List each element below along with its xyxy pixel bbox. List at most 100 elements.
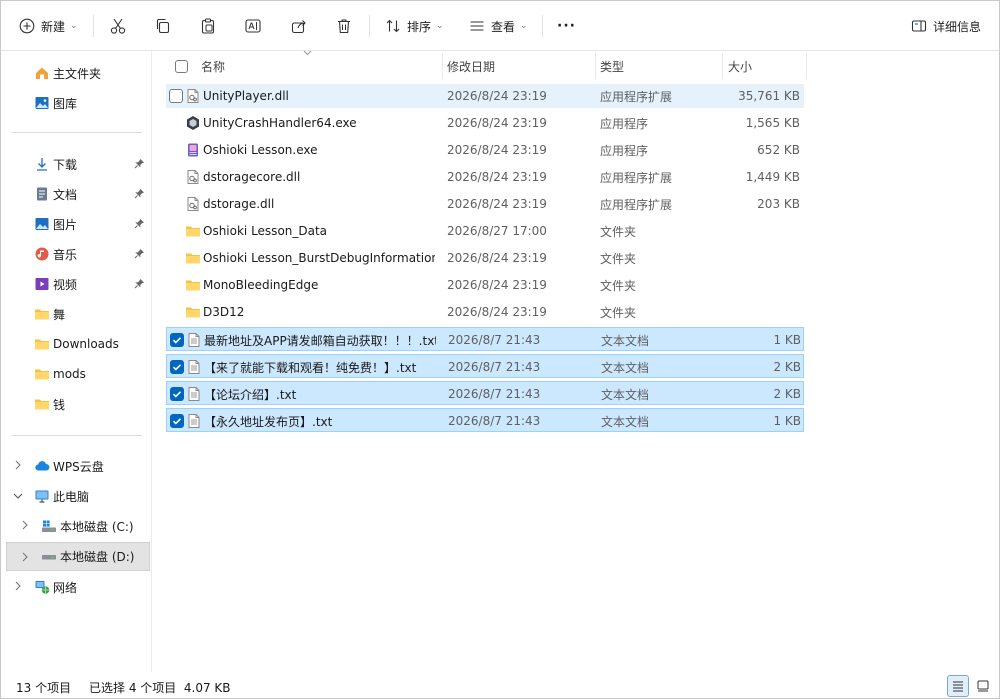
file-row[interactable]: UnityPlayer.dll 2026/8/24 23:19 应用程序扩展 35,7… xyxy=(166,84,804,108)
details-view-button[interactable] xyxy=(947,675,969,697)
cut-button[interactable] xyxy=(109,11,127,41)
file-date: 2026/8/7 21:43 xyxy=(448,387,541,401)
sort-button[interactable]: 排序 ⌄ xyxy=(385,11,444,41)
nav-item-wps-cloud[interactable]: WPS云盘 xyxy=(1,453,151,479)
chevron-down-icon: ⌄ xyxy=(520,21,528,31)
scissors-icon xyxy=(110,18,126,34)
column-header-date[interactable]: 修改日期 xyxy=(447,51,591,81)
file-row[interactable]: 【永久地址发布页】.txt 2026/8/7 21:43 文本文档 1 KB xyxy=(166,408,804,432)
file-size: 1,449 KB xyxy=(745,170,800,184)
tiles-view-button[interactable] xyxy=(972,675,994,697)
view-button[interactable]: 查看 ⌄ xyxy=(469,11,528,41)
file-row[interactable]: 【来了就能下载和观看！纯免费！】.txt 2026/8/7 21:43 文本文档 2 … xyxy=(166,354,804,378)
folder-icon xyxy=(35,339,49,350)
details-pane-button[interactable]: 详细信息 xyxy=(911,11,981,41)
pin-icon[interactable] xyxy=(134,158,145,169)
nav-item-money[interactable]: 钱 xyxy=(1,391,151,417)
item-count: 13 个项目 xyxy=(16,681,72,695)
nav-item-label: Downloads xyxy=(53,337,119,351)
nav-item-drive-d[interactable]: 本地磁盘 (D:) xyxy=(6,542,150,571)
nav-item-label: 图库 xyxy=(53,96,78,111)
sort-button-label: 排序 xyxy=(407,19,432,34)
chevron-right-icon[interactable] xyxy=(14,460,22,470)
nav-item-downloads-quick[interactable]: 下载 xyxy=(1,151,151,177)
file-row[interactable]: 最新地址及APP请发邮箱自动获取！！！.txt 2026/8/7 21:43 文本文… xyxy=(166,327,804,351)
file-row[interactable]: 【论坛介绍】.txt 2026/8/7 21:43 文本文档 2 KB xyxy=(166,381,804,405)
chevron-right-icon[interactable] xyxy=(21,520,29,530)
nav-item-downloads[interactable]: Downloads xyxy=(1,331,151,357)
nav-item-videos[interactable]: 视频 xyxy=(1,271,151,297)
column-header-type[interactable]: 类型 xyxy=(600,51,718,81)
rename-button[interactable] xyxy=(244,11,262,41)
column-header-label: 名称 xyxy=(201,59,226,74)
nav-item-documents[interactable]: 文档 xyxy=(1,181,151,207)
row-checkbox[interactable] xyxy=(170,414,184,428)
column-header-label: 修改日期 xyxy=(447,59,496,74)
computer-icon xyxy=(35,490,49,503)
pin-icon[interactable] xyxy=(134,218,145,229)
file-explorer-window: 新建 ⌄ 排序 ⌄ 查看 ⌄ ··· 详细信息 主文件夹 图库 下载 文档 图片… xyxy=(0,0,1000,699)
row-checkbox[interactable] xyxy=(169,251,183,265)
nav-item-network[interactable]: 网络 xyxy=(1,574,151,600)
file-row[interactable]: Oshioki Lesson_BurstDebugInformation_...… xyxy=(166,246,804,270)
folder-icon xyxy=(35,369,49,380)
chevron-right-icon[interactable] xyxy=(14,581,22,591)
share-button[interactable] xyxy=(290,11,308,41)
pin-icon[interactable] xyxy=(134,248,145,259)
row-checkbox[interactable] xyxy=(170,333,184,347)
row-checkbox[interactable] xyxy=(169,278,183,292)
row-checkbox[interactable] xyxy=(170,360,184,374)
new-button[interactable]: 新建 ⌄ xyxy=(19,11,78,41)
row-checkbox[interactable] xyxy=(169,305,183,319)
column-divider[interactable] xyxy=(806,53,807,79)
column-divider[interactable] xyxy=(442,53,443,79)
file-row[interactable]: dstorage.dll 2026/8/24 23:19 应用程序扩展 203 KB xyxy=(166,192,804,216)
file-name: Oshioki Lesson_Data xyxy=(203,224,328,238)
row-checkbox[interactable] xyxy=(169,170,183,184)
file-type: 文本文档 xyxy=(601,333,650,348)
folder-icon xyxy=(35,399,49,410)
select-all-checkbox[interactable] xyxy=(175,59,188,73)
file-row[interactable]: Oshioki Lesson.exe 2026/8/24 23:19 应用程序 652… xyxy=(166,138,804,162)
column-divider[interactable] xyxy=(595,53,596,79)
pin-icon[interactable] xyxy=(134,278,145,289)
navigation-pane: 主文件夹 图库 下载 文档 图片 音乐 视频 舞 Downloads mods … xyxy=(1,51,152,672)
nav-item-this-pc[interactable]: 此电脑 xyxy=(1,483,151,509)
nav-item-dance[interactable]: 舞 xyxy=(1,301,151,327)
row-checkbox[interactable] xyxy=(169,89,183,103)
nav-item-mods[interactable]: mods xyxy=(1,361,151,387)
dll-file-icon xyxy=(185,169,201,185)
nav-item-gallery[interactable]: 图库 xyxy=(1,90,151,116)
row-checkbox[interactable] xyxy=(169,116,183,130)
column-divider[interactable] xyxy=(722,53,723,79)
delete-button[interactable] xyxy=(335,11,353,41)
nav-item-music[interactable]: 音乐 xyxy=(1,241,151,267)
nav-item-home[interactable]: 主文件夹 xyxy=(1,60,151,86)
nav-item-pictures[interactable]: 图片 xyxy=(1,211,151,237)
more-options-button[interactable]: ··· xyxy=(557,11,576,41)
chevron-down-icon[interactable] xyxy=(13,492,23,500)
file-size: 2 KB xyxy=(773,360,801,374)
chevron-right-icon[interactable] xyxy=(21,552,29,562)
file-type: 文件夹 xyxy=(600,278,637,293)
row-checkbox[interactable] xyxy=(170,387,184,401)
copy-button[interactable] xyxy=(154,11,172,41)
home-icon xyxy=(36,67,48,79)
paste-button[interactable] xyxy=(199,11,217,41)
file-row[interactable]: MonoBleedingEdge 2026/8/24 23:19 文件夹 xyxy=(166,273,804,297)
row-checkbox[interactable] xyxy=(169,224,183,238)
nav-item-drive-c[interactable]: 本地磁盘 (C:) xyxy=(1,513,151,539)
pin-icon[interactable] xyxy=(134,188,145,199)
chevron-down-icon: ⌄ xyxy=(436,21,444,31)
file-row[interactable]: D3D12 2026/8/24 23:19 文件夹 xyxy=(166,300,804,324)
column-header-size[interactable]: 大小 xyxy=(728,51,802,81)
row-checkbox[interactable] xyxy=(169,143,183,157)
row-checkbox[interactable] xyxy=(169,197,183,211)
file-row[interactable]: UnityCrashHandler64.exe 2026/8/24 23:19 应用… xyxy=(166,111,804,135)
share-icon xyxy=(291,20,306,34)
text-file-icon xyxy=(186,386,202,402)
selection-summary: 已选择 4 个项目 4.07 KB xyxy=(89,681,231,695)
column-header-name[interactable]: 名称 xyxy=(201,51,439,81)
file-row[interactable]: dstoragecore.dll 2026/8/24 23:19 应用程序扩展 1,4… xyxy=(166,165,804,189)
file-row[interactable]: Oshioki Lesson_Data 2026/8/27 17:00 文件夹 xyxy=(166,219,804,243)
